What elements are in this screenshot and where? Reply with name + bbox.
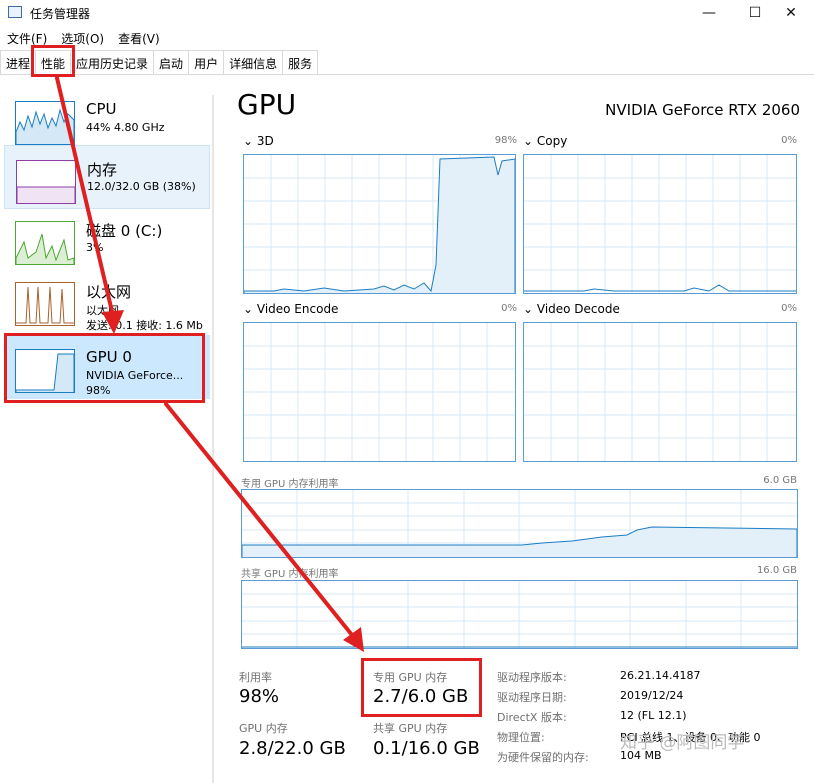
- annotation-arrows: [55, 76, 364, 652]
- watermark: 知乎 @阿图同学: [620, 733, 745, 753]
